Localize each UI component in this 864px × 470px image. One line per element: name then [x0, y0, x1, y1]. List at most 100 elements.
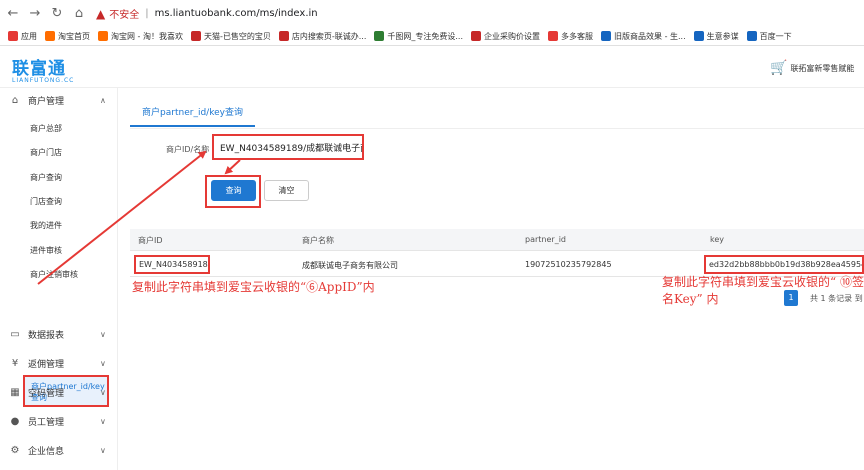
sidebar-group-label: 数据报表 [28, 330, 65, 341]
chevron-icon: ∨ [100, 358, 106, 368]
clear-button[interactable]: 清空 [264, 180, 309, 201]
bookmark-label: 旧版商品效果 - 生... [614, 31, 686, 41]
sidebar: 商户partner_id/key查询 ⌂ 商户管理 ∧ ▭ 数据报表 ∨ ¥ 返佣管理 ∨ ▦ 空码… [0, 88, 118, 470]
bookmark-item[interactable]: 淘宝首页 [45, 31, 90, 42]
header-promo-text: 联拓富新零售赋能 [790, 63, 855, 73]
tab-divider [130, 128, 864, 129]
bookmark-icon [693, 31, 704, 41]
sidebar-sub-item[interactable]: 我的进件 [30, 220, 62, 231]
bookmark-item[interactable]: 旧版商品效果 - 生... [601, 31, 686, 42]
bookmark-item[interactable]: 应用 [8, 31, 37, 42]
cell-merchant-name: 成都联诚电子商务有限公司 [302, 261, 398, 270]
user-icon: ● [10, 415, 20, 427]
bookmark-item[interactable]: 淘宝网 - 淘！我喜欢 [98, 31, 183, 42]
sidebar-group[interactable]: ▭ 数据报表 ∨ [0, 322, 118, 346]
chevron-icon: ∨ [100, 445, 106, 455]
chevron-icon: ∨ [100, 387, 106, 397]
bookmark-item[interactable]: 千图网_专注免费设... [374, 31, 463, 42]
settings-icon: ⚙ [10, 444, 20, 456]
query-button[interactable]: 查询 [211, 180, 256, 201]
money-icon: ¥ [11, 357, 19, 369]
sidebar-group-label: 空码管理 [28, 388, 65, 399]
url-separator: | [145, 8, 149, 19]
warning-icon: ▲ [96, 6, 106, 21]
column-header-merchant-name: 商户名称 [302, 236, 334, 245]
sidebar-group-label: 商户管理 [28, 96, 65, 107]
sidebar-group[interactable]: ¥ 返佣管理 ∨ [0, 351, 118, 375]
column-header-key: key [710, 235, 725, 244]
bookmark-item[interactable]: 店内搜索页-联诚办... [278, 31, 367, 42]
chevron-icon: ∨ [100, 329, 106, 339]
bookmark-label: 淘宝首页 [58, 31, 90, 41]
chevron-icon: ∨ [100, 416, 106, 426]
bookmark-item[interactable]: 生意参谋 [693, 31, 739, 42]
sidebar-sub-item[interactable]: 门店查询 [30, 196, 62, 207]
logo[interactable]: 联富通 LIANFUTONG.CC [12, 54, 74, 84]
bookmark-label: 店内搜索页-联诚办... [291, 31, 367, 41]
chevron-icon: ∧ [100, 95, 106, 105]
browser-toolbar: ← → ↻ ⌂ ▲ 不安全 | ms.liantuobank.com/ms/in… [0, 0, 864, 27]
sidebar-sub-item[interactable]: 商户查询 [30, 172, 62, 183]
cell-key[interactable]: ed32d2bb88bbb0b19d38b928ea459543 [704, 255, 864, 274]
home-icon[interactable]: ⌂ [70, 5, 88, 23]
table-header: 商户ID 商户名称 partner_id key [130, 229, 864, 251]
sidebar-group-label: 企业信息 [28, 446, 65, 457]
sidebar-group[interactable]: ⚙ 企业信息 ∨ [0, 438, 118, 462]
tab-partner-key-query[interactable]: 商户partner_id/key查询 [130, 103, 255, 127]
annotation-key: 复制此字符串填到爱宝云收银的“ ⑩签名Key” 内 [662, 275, 864, 306]
sidebar-sub-item[interactable]: 商户总部 [30, 123, 62, 134]
column-header-merchant-id: 商户ID [138, 236, 163, 245]
insecure-label: 不安全 [109, 10, 140, 21]
qrcode-icon: ▦ [10, 386, 20, 398]
bookmark-label: 多多客服 [561, 31, 594, 41]
bookmark-icon [471, 31, 482, 41]
sidebar-sub-item[interactable]: 进件审核 [30, 245, 62, 256]
cart-icon: 🛒 [770, 60, 788, 76]
cell-merchant-id[interactable]: EW_N4034589189 [134, 255, 210, 274]
sidebar-group[interactable]: ● 员工管理 ∨ [0, 409, 118, 433]
address-bar[interactable]: ▲ 不安全 | ms.liantuobank.com/ms/index.in [96, 6, 318, 22]
bookmark-icon [8, 31, 18, 41]
bookmark-icon [45, 31, 55, 41]
merchant-search-input[interactable]: EW_N4034589189/成都联诚电子商务 [212, 134, 364, 160]
cell-partner-id: 19072510235792845 [525, 260, 612, 269]
sidebar-group-label: 员工管理 [28, 417, 65, 428]
bookmark-icon [374, 31, 385, 41]
bookmark-label: 应用 [21, 31, 37, 41]
chart-icon: ▭ [10, 328, 20, 340]
bookmark-item[interactable]: 百度一下 [746, 31, 792, 42]
bookmark-label: 千图网_专注免费设... [387, 31, 464, 41]
bookmark-label: 天猫-已售空的宝贝 [203, 31, 271, 41]
forward-icon[interactable]: → [26, 5, 44, 23]
logo-subtitle: LIANFUTONG.CC [12, 77, 75, 84]
reload-icon[interactable]: ↻ [48, 5, 66, 23]
sidebar-group[interactable]: ▦ 空码管理 ∨ [0, 380, 118, 404]
home-icon: ⌂ [11, 94, 19, 106]
column-header-partner-id: partner_id [525, 235, 566, 244]
sidebar-group[interactable]: ⌂ 商户管理 ∧ [0, 88, 118, 112]
bookmark-icon [548, 31, 559, 41]
bookmark-label: 企业采购价设置 [484, 31, 541, 41]
bookmark-icon [190, 31, 201, 41]
annotation-appid: 复制此字符串填到爱宝云收银的“⑥AppID”内 [132, 280, 375, 294]
bookmark-label: 淘宝网 - 淘！我喜欢 [111, 31, 183, 41]
bookmark-item[interactable]: 多多客服 [548, 31, 593, 42]
bookmark-icon [601, 31, 612, 41]
app-header: 联富通 LIANFUTONG.CC 🛒 联拓富新零售赋能 [0, 46, 864, 88]
bookmark-label: 生意参谋 [706, 31, 739, 41]
bookmark-icon [98, 31, 108, 41]
bookmark-item[interactable]: 企业采购价设置 [471, 31, 540, 42]
url-text: ms.liantuobank.com/ms/index.in [154, 8, 318, 19]
bookmark-label: 百度一下 [759, 31, 792, 41]
merchant-field-label: 商户ID/名称 [166, 145, 210, 154]
back-icon[interactable]: ← [4, 5, 22, 23]
sidebar-group-label: 返佣管理 [28, 359, 65, 370]
header-promo[interactable]: 🛒 联拓富新零售赋能 [770, 60, 854, 76]
bookmark-icon [746, 31, 757, 41]
bookmarks-bar: 应用 淘宝首页 淘宝网 - 淘！我喜欢 天猫-已售空的宝贝 店内搜索页-联诚办... 千图… [0, 27, 864, 46]
sidebar-sub-item[interactable]: 商户注销审核 [30, 269, 78, 280]
bookmark-item[interactable]: 天猫-已售空的宝贝 [190, 31, 271, 42]
bookmark-icon [278, 31, 289, 41]
logo-name: 联富通 [12, 59, 66, 79]
sidebar-sub-item[interactable]: 商户门店 [30, 147, 62, 158]
